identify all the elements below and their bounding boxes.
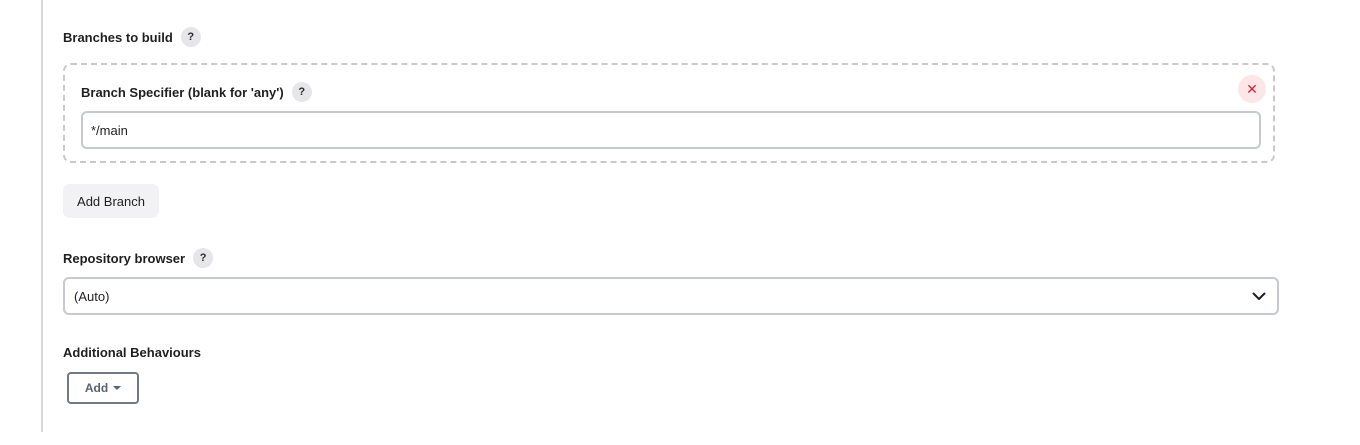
branches-help-icon[interactable]: ? [180, 27, 201, 47]
additional-behaviours-row: Additional Behaviours [63, 345, 201, 360]
branch-specifier-row: Branch Specifier (blank for 'any') ? [81, 82, 312, 102]
repository-browser-label: Repository browser [63, 250, 186, 266]
branch-specifier-input[interactable] [81, 111, 1261, 149]
branch-specifier-help-icon[interactable]: ? [291, 82, 312, 102]
repository-browser-select[interactable]: (Auto) [63, 277, 1279, 315]
add-branch-button[interactable]: Add Branch [63, 184, 159, 218]
branch-specifier-label: Branch Specifier (blank for 'any') [81, 84, 284, 100]
repository-browser-help-icon[interactable]: ? [193, 248, 214, 268]
delete-branch-button[interactable]: ✕ [1238, 75, 1266, 103]
repository-browser-selected-value: (Auto) [74, 288, 110, 304]
branches-to-build-label: Branches to build [63, 29, 173, 45]
add-behaviour-label: Add [84, 381, 109, 395]
close-icon: ✕ [1246, 80, 1258, 97]
add-behaviour-button[interactable]: Add [67, 372, 139, 404]
section-left-border [41, 0, 43, 432]
repository-browser-row: Repository browser ? [63, 248, 214, 268]
branches-to-build-row: Branches to build ? [63, 27, 201, 47]
chevron-down-icon [1251, 288, 1267, 304]
caret-down-icon [113, 386, 122, 390]
additional-behaviours-label: Additional Behaviours [63, 345, 201, 360]
